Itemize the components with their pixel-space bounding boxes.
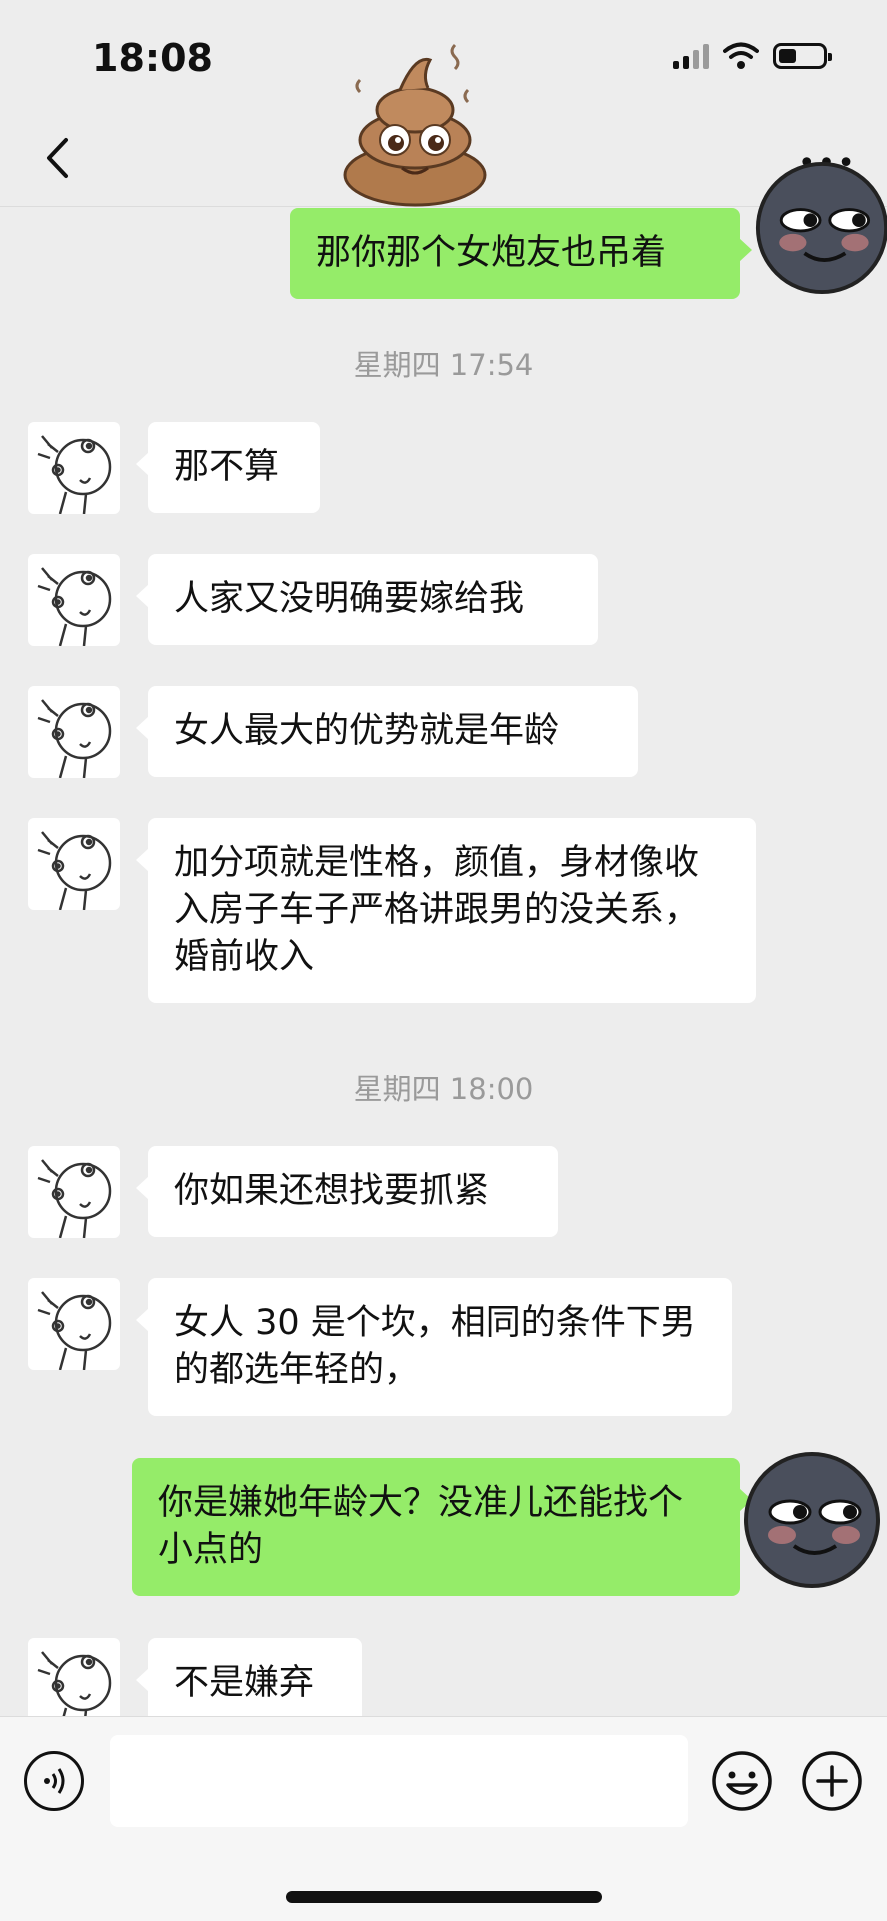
message-bubble-incoming[interactable]: 你如果还想找要抓紧 [136,1146,558,1237]
plus-icon[interactable] [800,1749,864,1813]
message-bubble-outgoing[interactable]: 那你那个女炮友也吊着 [290,208,752,299]
cellular-signal-icon [673,43,709,69]
chat-area[interactable]: 那你那个女炮友也吊着 星期四 17:54 那不算 人家又没明确要嫁给我 女人最大… [0,206,887,1716]
message-bubble-outgoing[interactable]: 你是嫌她年龄大？没准儿还能找个小点的 [132,1458,752,1596]
wifi-icon [723,42,759,69]
poop-emoji-sticker [343,43,487,207]
avatar-contact[interactable] [28,554,120,646]
message-bubble-incoming[interactable]: 人家又没明确要嫁给我 [136,554,598,645]
battery-icon [773,43,832,69]
cartoon-avatar-icon [37,1159,112,1238]
timestamp: 星期四 18:00 [353,1072,534,1106]
voice-button[interactable] [24,1751,84,1811]
chevron-left-icon [47,138,68,178]
cartoon-avatar-icon [37,1291,112,1370]
cartoon-avatar-icon [37,435,112,514]
status-icons [673,42,832,70]
message-input[interactable] [110,1735,688,1827]
cartoon-avatar-icon [37,567,112,646]
cartoon-avatar-icon [37,831,112,910]
avatar-contact[interactable] [28,1278,120,1370]
home-indicator [286,1891,602,1903]
voice-icon [44,1768,65,1794]
dark-smirk-avatar[interactable] [754,160,887,296]
dark-smirk-avatar[interactable] [742,1450,882,1590]
avatar-contact[interactable] [28,1638,120,1716]
back-button[interactable] [32,130,82,186]
message-bubble-incoming[interactable]: 女人 30 是个坎，相同的条件下男的都选年轻的， [136,1278,732,1416]
timestamp: 星期四 17:54 [353,348,534,382]
avatar-contact[interactable] [28,818,120,910]
message-bubble-incoming[interactable]: 那不算 [136,422,320,513]
emoji-icon[interactable] [710,1749,774,1813]
input-bar [0,1716,887,1921]
status-time: 18:08 [92,36,213,80]
avatar-contact[interactable] [28,422,120,514]
avatar-contact[interactable] [28,686,120,778]
message-bubble-incoming[interactable]: 女人最大的优势就是年龄 [136,686,638,777]
message-bubble-incoming[interactable]: 不是嫌弃 [136,1638,362,1716]
cartoon-avatar-icon [37,1651,112,1716]
message-bubble-incoming[interactable]: 加分项就是性格，颜值，身材像收入房子车子严格讲跟男的没关系，婚前收入 [136,818,756,1003]
cartoon-avatar-icon [37,699,112,778]
avatar-contact[interactable] [28,1146,120,1238]
